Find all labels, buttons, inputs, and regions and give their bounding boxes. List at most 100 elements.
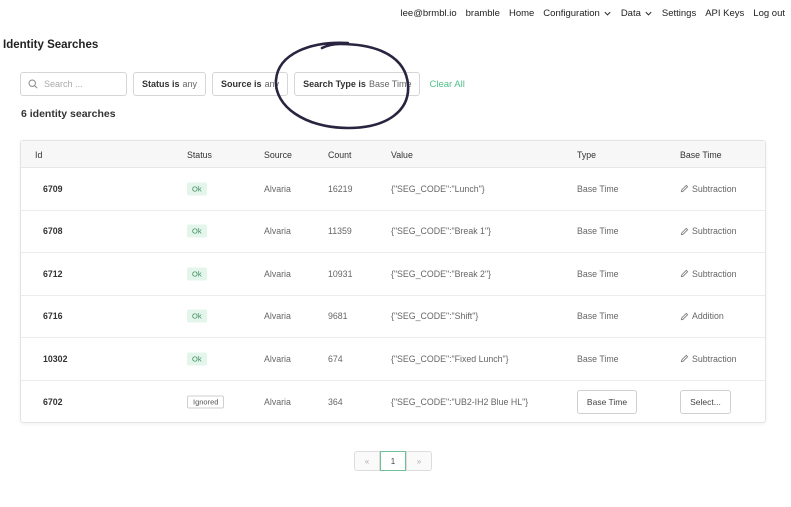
column-header-value: Value xyxy=(391,150,413,160)
table-row: 10302 Ok Alvaria 674 {"SEG_CODE":"Fixed … xyxy=(21,338,765,381)
pagination: « 1 » xyxy=(354,451,432,471)
row-type: Base Time xyxy=(577,353,619,364)
nav-api-keys[interactable]: API Keys xyxy=(705,8,744,19)
edit-base-time-link[interactable]: Addition xyxy=(680,311,724,321)
top-nav: lee@brmbl.io bramble Home Configuration … xyxy=(401,8,785,19)
base-time-label: Subtraction xyxy=(692,268,737,279)
status-badge: Ok xyxy=(187,309,207,323)
column-header-type: Type xyxy=(577,150,597,160)
row-type: Base Time xyxy=(577,311,619,322)
set-type-base-time-button[interactable]: Base Time xyxy=(577,389,637,414)
edit-base-time-link[interactable]: Subtraction xyxy=(680,269,737,279)
status-filter-key: Status is xyxy=(142,79,180,89)
pencil-icon xyxy=(680,270,689,278)
nav-configuration-label: Configuration xyxy=(543,8,600,19)
page-title: Identity Searches xyxy=(3,39,99,51)
table-row: 6708 Ok Alvaria 11359 {"SEG_CODE":"Break… xyxy=(21,211,765,253)
row-id: 6712 xyxy=(43,268,63,279)
base-time-label: Addition xyxy=(692,311,724,322)
filter-bar: Status is any Source is any Search Type … xyxy=(20,72,465,96)
row-type: Base Time xyxy=(577,183,619,194)
org-name: bramble xyxy=(465,8,500,19)
pencil-icon xyxy=(680,312,689,320)
search-type-filter-value: Base Time xyxy=(368,79,412,89)
row-value: {"SEG_CODE":"Fixed Lunch"} xyxy=(391,353,509,364)
table-row: 6709 Ok Alvaria 16219 {"SEG_CODE":"Lunch… xyxy=(21,168,765,211)
nav-data-label: Data xyxy=(620,8,641,19)
pencil-icon xyxy=(680,227,689,235)
status-filter-button[interactable]: Status is any xyxy=(133,72,207,96)
base-time-label: Subtraction xyxy=(692,183,737,194)
row-id: 10302 xyxy=(43,353,68,364)
row-count: 11359 xyxy=(328,226,352,237)
row-source: Alvaria xyxy=(264,268,291,279)
table-row: 6716 Ok Alvaria 9681 {"SEG_CODE":"Shift"… xyxy=(21,296,765,338)
row-type: Base Time xyxy=(577,226,619,237)
source-filter-button[interactable]: Source is any xyxy=(212,72,289,96)
column-header-source: Source xyxy=(264,150,292,160)
status-badge: Ok xyxy=(187,267,207,281)
status-badge: Ok xyxy=(187,224,207,238)
status-badge: Ignored xyxy=(187,395,225,409)
row-source: Alvaria xyxy=(264,396,291,407)
row-source: Alvaria xyxy=(264,353,291,364)
search-input[interactable] xyxy=(44,79,116,89)
row-count: 16219 xyxy=(328,183,353,194)
row-value: {"SEG_CODE":"Lunch"} xyxy=(391,183,485,194)
nav-data[interactable]: Data xyxy=(621,8,653,19)
base-time-label: Subtraction xyxy=(692,353,737,364)
row-id: 6708 xyxy=(43,226,63,237)
row-count: 9681 xyxy=(328,311,348,322)
base-time-label: Subtraction xyxy=(692,226,737,237)
edit-base-time-link[interactable]: Subtraction xyxy=(680,184,737,194)
column-header-id: Id xyxy=(35,150,43,160)
row-value: {"SEG_CODE":"Break 1"} xyxy=(391,226,492,237)
pagination-next-button[interactable]: » xyxy=(406,451,432,471)
row-count: 10931 xyxy=(328,268,353,279)
status-filter-value: any xyxy=(182,79,198,89)
row-source: Alvaria xyxy=(264,183,291,194)
row-value: {"SEG_CODE":"UB2-IH2 Blue HL"} xyxy=(391,396,529,407)
pencil-icon xyxy=(680,185,689,193)
table-row: 6702 Ignored Alvaria 364 {"SEG_CODE":"UB… xyxy=(21,381,765,424)
row-source: Alvaria xyxy=(264,226,291,237)
row-id: 6716 xyxy=(43,311,63,322)
pencil-icon xyxy=(680,355,689,363)
select-base-time-button[interactable]: Select... xyxy=(680,389,731,414)
row-count: 674 xyxy=(328,353,343,364)
row-value: {"SEG_CODE":"Break 2"} xyxy=(391,268,492,279)
status-badge: Ok xyxy=(187,352,207,366)
row-id: 6709 xyxy=(43,183,63,194)
user-email: lee@brmbl.io xyxy=(400,8,457,19)
column-header-count: Count xyxy=(328,150,352,160)
row-id: 6702 xyxy=(43,396,63,407)
results-count: 6 identity searches xyxy=(21,108,116,120)
row-type: Base Time xyxy=(577,268,619,279)
edit-base-time-link[interactable]: Subtraction xyxy=(680,354,737,364)
row-count: 364 xyxy=(328,396,343,407)
nav-settings[interactable]: Settings xyxy=(662,8,696,19)
chevron-down-icon xyxy=(604,11,611,16)
search-type-filter-key: Search Type is xyxy=(303,79,366,89)
table-row: 6712 Ok Alvaria 10931 {"SEG_CODE":"Break… xyxy=(21,253,765,296)
column-header-base-time: Base Time xyxy=(680,150,722,160)
search-type-filter-button[interactable]: Search Type is Base Time xyxy=(294,72,421,96)
source-filter-value: any xyxy=(264,79,280,89)
edit-base-time-link[interactable]: Subtraction xyxy=(680,226,737,236)
pagination-page-1[interactable]: 1 xyxy=(380,451,406,471)
search-box[interactable] xyxy=(20,72,127,96)
pagination-prev-button[interactable]: « xyxy=(354,451,380,471)
source-filter-key: Source is xyxy=(221,79,262,89)
search-icon xyxy=(28,79,38,89)
column-header-status: Status xyxy=(187,150,212,160)
chevron-down-icon xyxy=(645,11,652,16)
clear-all-link[interactable]: Clear All xyxy=(429,79,464,90)
identity-searches-table: Id Status Source Count Value Type Base T… xyxy=(20,140,766,423)
row-source: Alvaria xyxy=(264,311,291,322)
nav-home[interactable]: Home xyxy=(509,8,534,19)
row-value: {"SEG_CODE":"Shift"} xyxy=(391,311,479,322)
status-badge: Ok xyxy=(187,182,207,196)
table-header: Id Status Source Count Value Type Base T… xyxy=(21,141,765,168)
nav-configuration[interactable]: Configuration xyxy=(543,8,612,19)
nav-logout[interactable]: Log out xyxy=(753,8,785,19)
